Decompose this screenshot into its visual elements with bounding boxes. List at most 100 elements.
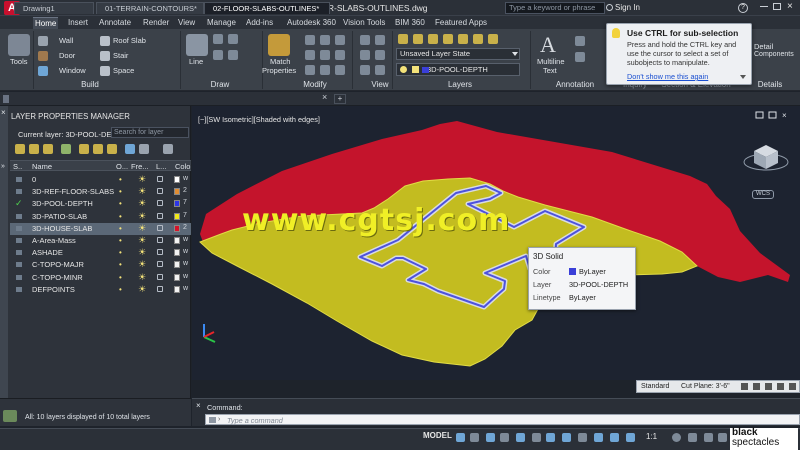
layer-row[interactable]: 0 • ☀ w [10, 174, 191, 186]
move-icon[interactable] [305, 35, 315, 45]
lightbulb-icon[interactable]: • [119, 175, 122, 184]
layer-tool-icon[interactable] [458, 34, 468, 44]
sign-in-link[interactable]: Sign In [615, 3, 640, 12]
ortho-icon[interactable] [486, 433, 495, 442]
tab-manage[interactable]: Manage [205, 17, 238, 29]
selection-cycling-icon[interactable] [594, 433, 603, 442]
detail-components-button[interactable]: Detail [754, 42, 773, 51]
sun-icon[interactable]: ☀ [138, 223, 146, 234]
lock-icon[interactable] [157, 176, 163, 182]
viewport-close-icon[interactable]: × [782, 111, 787, 120]
door-button[interactable]: Door [59, 51, 75, 60]
annotation-visibility-icon[interactable] [610, 433, 619, 442]
multiline-text-button[interactable]: Multiline [537, 57, 565, 66]
col-status[interactable]: S.. [13, 162, 22, 171]
layer-row[interactable]: A-Area-Mass • ☀ w [10, 235, 191, 247]
rotate-icon[interactable] [320, 35, 330, 45]
doc-tab-terrain-contours[interactable]: 01-TERRAIN-CONTOURS* [96, 2, 204, 14]
osnap-icon[interactable] [546, 433, 555, 442]
dimension-icon[interactable] [575, 36, 585, 46]
draw-tool-icon[interactable] [213, 50, 223, 60]
sun-icon[interactable]: ☀ [138, 284, 146, 295]
layer-row[interactable]: DEFPOINTS • ☀ w [10, 284, 191, 296]
close-icon[interactable]: × [787, 1, 793, 12]
roof-slab-button[interactable]: Roof Slab [113, 36, 146, 45]
lock-icon[interactable] [157, 261, 163, 268]
col-lock[interactable]: L... [156, 162, 166, 171]
tab-bim-360[interactable]: BIM 360 [393, 17, 427, 29]
col-on[interactable]: O... [116, 162, 128, 171]
col-name[interactable]: Name [32, 162, 52, 171]
layer-row[interactable]: ASHADE • ☀ w [10, 247, 191, 259]
match-properties-button[interactable]: Match [270, 57, 290, 66]
viewcube-icon[interactable] [743, 145, 789, 171]
isodraft-icon[interactable] [516, 433, 525, 442]
view-tool-icon[interactable] [360, 50, 370, 60]
panel-close-icon[interactable]: × [1, 108, 6, 117]
customize-icon[interactable] [718, 433, 727, 442]
col-freeze[interactable]: Fre... [131, 162, 149, 171]
lock-icon[interactable] [157, 224, 163, 231]
tools-icon[interactable] [8, 34, 30, 56]
viewport-controls-label[interactable]: [−][SW Isometric][Shaded with edges] [198, 115, 320, 124]
layer-color-swatch[interactable] [174, 261, 180, 269]
copy-icon[interactable] [305, 50, 315, 60]
workspace-gear-icon[interactable] [672, 433, 681, 442]
leader-icon[interactable] [575, 52, 585, 62]
view-tool-icon[interactable] [375, 65, 385, 75]
chevron-down-icon[interactable] [740, 75, 746, 79]
stair-button[interactable]: Stair [113, 51, 128, 60]
line-button[interactable]: Line [189, 57, 203, 66]
fillet-icon[interactable] [335, 50, 345, 60]
lock-icon[interactable] [157, 273, 163, 280]
view-tool-icon[interactable] [360, 65, 370, 75]
layer-color-swatch[interactable] [174, 273, 180, 281]
lightbulb-icon[interactable]: • [119, 212, 122, 221]
lightbulb-icon[interactable]: • [119, 199, 122, 208]
lightbulb-icon[interactable]: • [119, 236, 122, 245]
lightbulb-icon[interactable]: • [119, 224, 122, 233]
layer-color-swatch[interactable] [174, 212, 180, 220]
command-close-icon[interactable]: × [196, 401, 201, 410]
layer-color-swatch[interactable] [174, 188, 180, 196]
viewport-maximize-icon[interactable] [768, 111, 777, 119]
lock-icon[interactable] [157, 249, 163, 256]
layer-tool-icon[interactable] [428, 34, 438, 44]
lock-icon[interactable] [157, 285, 163, 292]
close-tab-icon[interactable]: × [322, 92, 327, 102]
cut-plane-value[interactable]: Cut Plane: 3'-6" [681, 383, 730, 390]
tab-home[interactable]: Home [33, 17, 59, 29]
delete-layer-icon[interactable] [43, 144, 53, 154]
strip-tool-icon[interactable] [789, 383, 796, 390]
strip-tool-icon[interactable] [753, 383, 760, 390]
lock-icon[interactable] [157, 200, 163, 207]
lightbulb-icon[interactable]: • [119, 285, 122, 294]
layer-tool-icon[interactable] [488, 34, 498, 44]
isolate-objects-icon[interactable] [704, 433, 713, 442]
strip-tool-icon[interactable] [741, 383, 748, 390]
doc-tab-floor-slabs-outlines[interactable]: 02-FLOOR-SLABS-OUTLINES* [204, 2, 330, 14]
maximize-icon[interactable] [773, 3, 781, 10]
new-layer-frozen-icon[interactable] [29, 144, 39, 154]
settings-icon[interactable] [139, 144, 149, 154]
sun-icon[interactable]: ☀ [138, 235, 146, 246]
object-track-icon[interactable] [532, 433, 541, 442]
mirror-icon[interactable] [320, 50, 330, 60]
lock-icon[interactable] [157, 237, 163, 243]
layer-color-swatch[interactable] [174, 200, 180, 208]
stretch-icon[interactable] [305, 65, 315, 75]
lock-icon[interactable] [157, 188, 163, 195]
new-layer-icon[interactable] [15, 144, 25, 154]
viewport-restore-icon[interactable] [755, 111, 764, 119]
view-tool-icon[interactable] [375, 35, 385, 45]
layer-color-swatch[interactable] [174, 285, 180, 293]
layer-state-dropdown[interactable]: Unsaved Layer State [396, 48, 520, 60]
sun-icon[interactable]: ☀ [138, 198, 146, 209]
layer-tool-icon[interactable] [443, 34, 453, 44]
minimize-icon[interactable] [760, 6, 768, 7]
strip-tool-icon[interactable] [777, 383, 784, 390]
layer-row[interactable]: 3D-PATIO-SLAB • ☀ 7 [10, 211, 191, 223]
scale-icon[interactable] [320, 65, 330, 75]
layer-color-swatch[interactable] [174, 249, 180, 257]
draw-tool-icon[interactable] [228, 34, 238, 44]
